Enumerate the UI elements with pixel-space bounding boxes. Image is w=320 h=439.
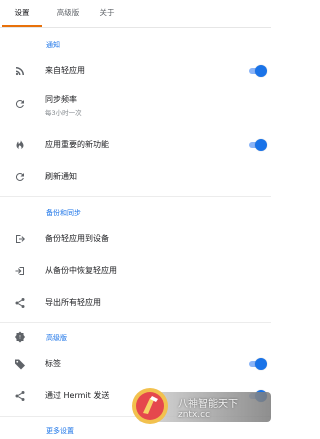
toggle-tags[interactable] bbox=[247, 358, 267, 370]
rss-feed-icon bbox=[15, 67, 24, 76]
refresh-icon bbox=[15, 100, 24, 109]
row-tags[interactable]: 标签 bbox=[0, 353, 271, 375]
tab-premium[interactable]: 高级版 bbox=[48, 0, 88, 27]
svg-text:!: ! bbox=[19, 335, 21, 341]
row-from-apps[interactable]: 来自轻应用 bbox=[0, 60, 271, 82]
section-header-premium: 高级版 bbox=[46, 334, 67, 342]
divider bbox=[0, 322, 271, 323]
row-backup-apps[interactable]: 备份轻应用到设备 bbox=[0, 228, 271, 250]
tab-settings[interactable]: 设置 bbox=[4, 0, 40, 27]
section-header-more: 更多设置 bbox=[46, 427, 74, 435]
toggle-important-features[interactable] bbox=[247, 139, 267, 151]
section-header-backup: 备份和同步 bbox=[46, 209, 81, 217]
row-label: 导出所有轻应用 bbox=[45, 298, 101, 307]
toggle-from-apps[interactable] bbox=[247, 65, 267, 77]
row-refresh-notifications[interactable]: 刷新通知 bbox=[0, 166, 271, 188]
row-sublabel: 每3小时一次 bbox=[45, 109, 82, 117]
watermark-url: zntx.cc bbox=[178, 410, 211, 420]
row-sync-frequency[interactable]: 同步频率 每3小时一次 bbox=[0, 92, 271, 120]
section-header-notify: 通知 bbox=[46, 41, 60, 49]
row-restore-apps[interactable]: 从备份中恢复轻应用 bbox=[0, 260, 271, 282]
divider bbox=[0, 196, 271, 197]
tab-bar: 设置 高级版 关于 bbox=[0, 0, 271, 28]
row-label: 标签 bbox=[45, 359, 61, 368]
row-label: 同步频率 bbox=[45, 95, 77, 104]
tag-icon bbox=[15, 359, 25, 370]
row-label: 通过 Hermit 发送 bbox=[45, 391, 110, 400]
row-label: 应用重要的新功能 bbox=[45, 140, 109, 149]
row-label: 来自轻应用 bbox=[45, 66, 85, 75]
row-important-features[interactable]: 应用重要的新功能 bbox=[0, 134, 271, 156]
share-icon bbox=[15, 298, 25, 308]
share-icon bbox=[15, 391, 25, 401]
tab-about[interactable]: 关于 bbox=[90, 0, 124, 27]
watermark-text: 八神智能天下 bbox=[178, 399, 238, 410]
import-icon bbox=[15, 267, 24, 275]
export-icon bbox=[16, 235, 25, 243]
row-label: 从备份中恢复轻应用 bbox=[45, 266, 117, 275]
tab-indicator bbox=[2, 25, 42, 27]
refresh-icon bbox=[15, 173, 24, 182]
row-label: 刷新通知 bbox=[45, 172, 77, 181]
flame-icon bbox=[16, 139, 24, 149]
premium-badge-icon: ! bbox=[15, 331, 25, 343]
row-export-apps[interactable]: 导出所有轻应用 bbox=[0, 292, 271, 314]
row-label: 备份轻应用到设备 bbox=[45, 234, 109, 243]
